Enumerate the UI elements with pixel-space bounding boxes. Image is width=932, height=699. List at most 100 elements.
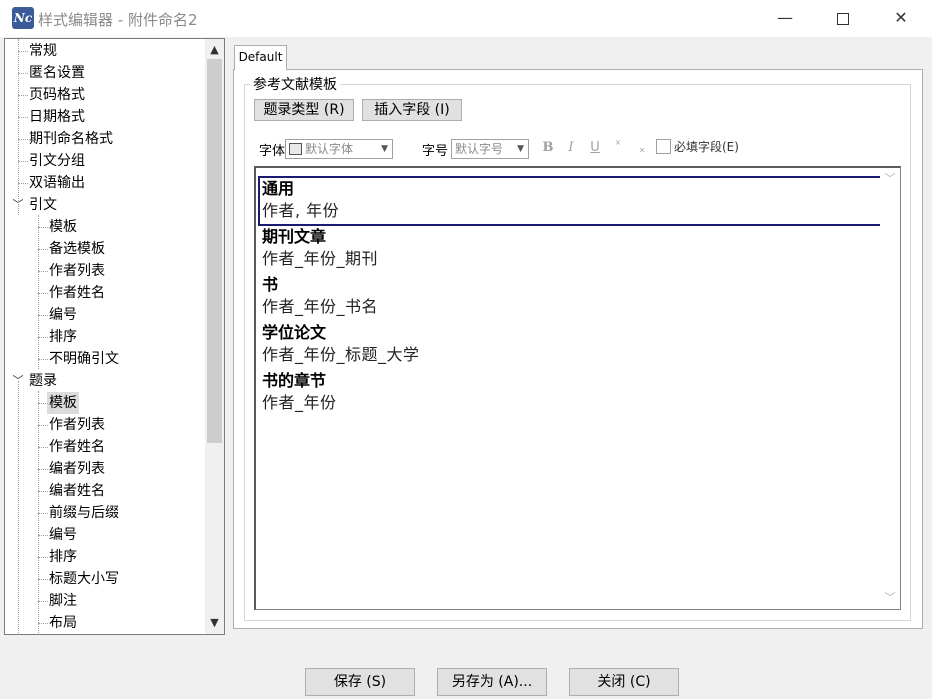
template-text[interactable]: 作者_年份_标题_大学 <box>262 344 420 366</box>
tree-item[interactable]: 常规 <box>27 40 59 62</box>
reference-type-name[interactable]: 通用 <box>262 178 294 200</box>
tree-item-label: 前缀与后缀 <box>49 505 119 521</box>
tree-connector <box>38 249 48 250</box>
tree-connector <box>38 601 48 602</box>
tree-item-label: 编号 <box>49 527 77 543</box>
tree-item[interactable]: 作者列表 <box>47 260 107 282</box>
tree-item[interactable]: 标题大小写 <box>47 568 121 590</box>
tree-item[interactable]: 不明确引文 <box>47 348 121 370</box>
tree-item[interactable]: 备选模板 <box>47 238 107 260</box>
minimize-button[interactable]: — <box>756 0 814 37</box>
tree-item[interactable]: 作者姓名 <box>47 282 107 304</box>
tree-item-label: 引文 <box>29 197 57 213</box>
reference-type-name[interactable]: 书的章节 <box>262 370 326 392</box>
selected-type-frame <box>258 176 880 226</box>
tree-item[interactable]: 模板 <box>47 216 79 238</box>
chevron-down-icon: ▼ <box>381 144 388 154</box>
tree-item-label: 匿名设置 <box>29 65 85 81</box>
tree-connector <box>38 227 48 228</box>
save-button[interactable]: 保存 (S) <box>305 668 415 696</box>
tree-item[interactable]: 页码格式 <box>27 84 87 106</box>
scroll-down-icon[interactable]: ﹀ <box>880 589 900 607</box>
reference-type-button[interactable]: 题录类型 (R) <box>254 99 354 121</box>
tree-item-label: 布局 <box>49 615 77 631</box>
tree-connector <box>38 337 48 338</box>
tree-item[interactable]: 前缀与后缀 <box>47 502 121 524</box>
tree-item[interactable]: 排序 <box>47 546 79 568</box>
tree-item[interactable]: 引文 <box>27 194 59 216</box>
maximize-button[interactable] <box>814 0 872 37</box>
tree-item[interactable]: 编号 <box>47 524 79 546</box>
tree-connector <box>18 73 28 74</box>
tree-item-label: 模板 <box>49 219 77 235</box>
style-tree[interactable]: ▲ ▼ 常规 匿名设置 页码格式 日期格式 期刊命名格式 引文分组 双语输出 引文 ﹀ 模板 备选模… <box>4 38 225 635</box>
template-editor[interactable]: ﹀ ﹀ 通用 作者, 年份 期刊文章 作者_年份_期刊书作者_年份_书名 学位论文 作者_… <box>254 166 901 610</box>
group-title: 参考文献模板 <box>250 74 340 94</box>
tree-connector <box>18 139 28 140</box>
required-field-checkbox[interactable] <box>656 139 671 154</box>
tree-item-label: 页码格式 <box>29 87 85 103</box>
tree-connector <box>38 579 48 580</box>
tree-item-label: 题录 <box>29 373 57 389</box>
tree-item[interactable]: 编号 <box>47 304 79 326</box>
scroll-down-icon[interactable]: ▼ <box>205 614 224 632</box>
tree-item[interactable]: 编者列表 <box>47 458 107 480</box>
template-text[interactable]: 作者_年份_期刊 <box>262 248 378 270</box>
scrollbar-thumb[interactable] <box>207 59 222 443</box>
italic-button[interactable]: I <box>563 139 579 157</box>
tree-connector <box>38 315 48 316</box>
tree-item[interactable]: 排序 <box>47 326 79 348</box>
superscript-button[interactable]: ˣ <box>610 137 626 155</box>
underline-button[interactable]: U <box>587 139 603 157</box>
template-text[interactable]: 作者_年份 <box>262 392 337 414</box>
tree-item[interactable]: 匿名设置 <box>27 62 87 84</box>
tree-connector <box>38 491 48 492</box>
tree-item[interactable]: 作者姓名 <box>47 436 107 458</box>
tree-connector <box>18 95 28 96</box>
template-text[interactable]: 作者_年份_书名 <box>262 296 378 318</box>
window-title: 样式编辑器 - 附件命名2 <box>38 11 198 29</box>
font-label: 字体 <box>259 144 286 159</box>
tree-item-label: 日期格式 <box>29 109 85 125</box>
tab-default[interactable]: Default <box>234 45 287 70</box>
tree-item-label: 排序 <box>49 549 77 565</box>
tree-item[interactable]: 日期格式 <box>27 106 87 128</box>
tree-item-label: 排序 <box>49 329 77 345</box>
tree-item[interactable]: 引文分组 <box>27 150 87 172</box>
tree-connector <box>38 447 48 448</box>
tree-connector <box>38 271 48 272</box>
tree-item[interactable]: 脚注 <box>47 590 79 612</box>
tree-scrollbar[interactable]: ▲ ▼ <box>205 39 224 634</box>
app-logo-icon: Nc <box>12 7 34 29</box>
tree-item[interactable]: 布局 <box>47 612 79 634</box>
tree-item[interactable]: 编者姓名 <box>47 480 107 502</box>
title-bar: Nc 样式编辑器 - 附件命名2 — ✕ <box>0 0 932 37</box>
scroll-up-icon[interactable]: ﹀ <box>880 170 900 188</box>
scroll-up-icon[interactable]: ▲ <box>205 41 224 59</box>
tree-item-label: 备选模板 <box>49 241 105 257</box>
close-window-button[interactable]: ✕ <box>872 0 930 37</box>
size-label: 字号 <box>422 144 449 159</box>
tree-item[interactable]: 期刊命名格式 <box>27 128 115 150</box>
reference-type-name[interactable]: 期刊文章 <box>262 226 326 248</box>
tree-item-label: 作者列表 <box>49 417 105 433</box>
tree-item-label: 双语输出 <box>29 175 85 191</box>
size-value: 默认字号 <box>455 142 504 156</box>
template-text[interactable]: 作者, 年份 <box>262 200 339 222</box>
tree-item[interactable]: 模板 <box>47 392 79 414</box>
tree-item[interactable]: 题录 <box>27 370 59 392</box>
tree-item-label: 期刊命名格式 <box>29 131 113 147</box>
insert-field-button[interactable]: 插入字段 (I) <box>362 99 462 121</box>
size-select[interactable]: 默认字号 ▼ <box>451 139 529 159</box>
tree-item[interactable]: 双语输出 <box>27 172 87 194</box>
close-button[interactable]: 关闭 (C) <box>569 668 679 696</box>
font-select[interactable]: 默认字体 ▼ <box>285 139 393 159</box>
tree-connector <box>38 425 48 426</box>
save-as-button[interactable]: 另存为 (A)... <box>437 668 547 696</box>
tree-item[interactable]: 作者列表 <box>47 414 107 436</box>
reference-type-name[interactable]: 书 <box>262 274 278 296</box>
editor-scrollbar[interactable]: ﹀ ﹀ <box>880 168 900 609</box>
reference-type-name[interactable]: 学位论文 <box>262 322 326 344</box>
subscript-button[interactable]: ₓ <box>634 140 650 158</box>
bold-button[interactable]: B <box>540 139 556 157</box>
